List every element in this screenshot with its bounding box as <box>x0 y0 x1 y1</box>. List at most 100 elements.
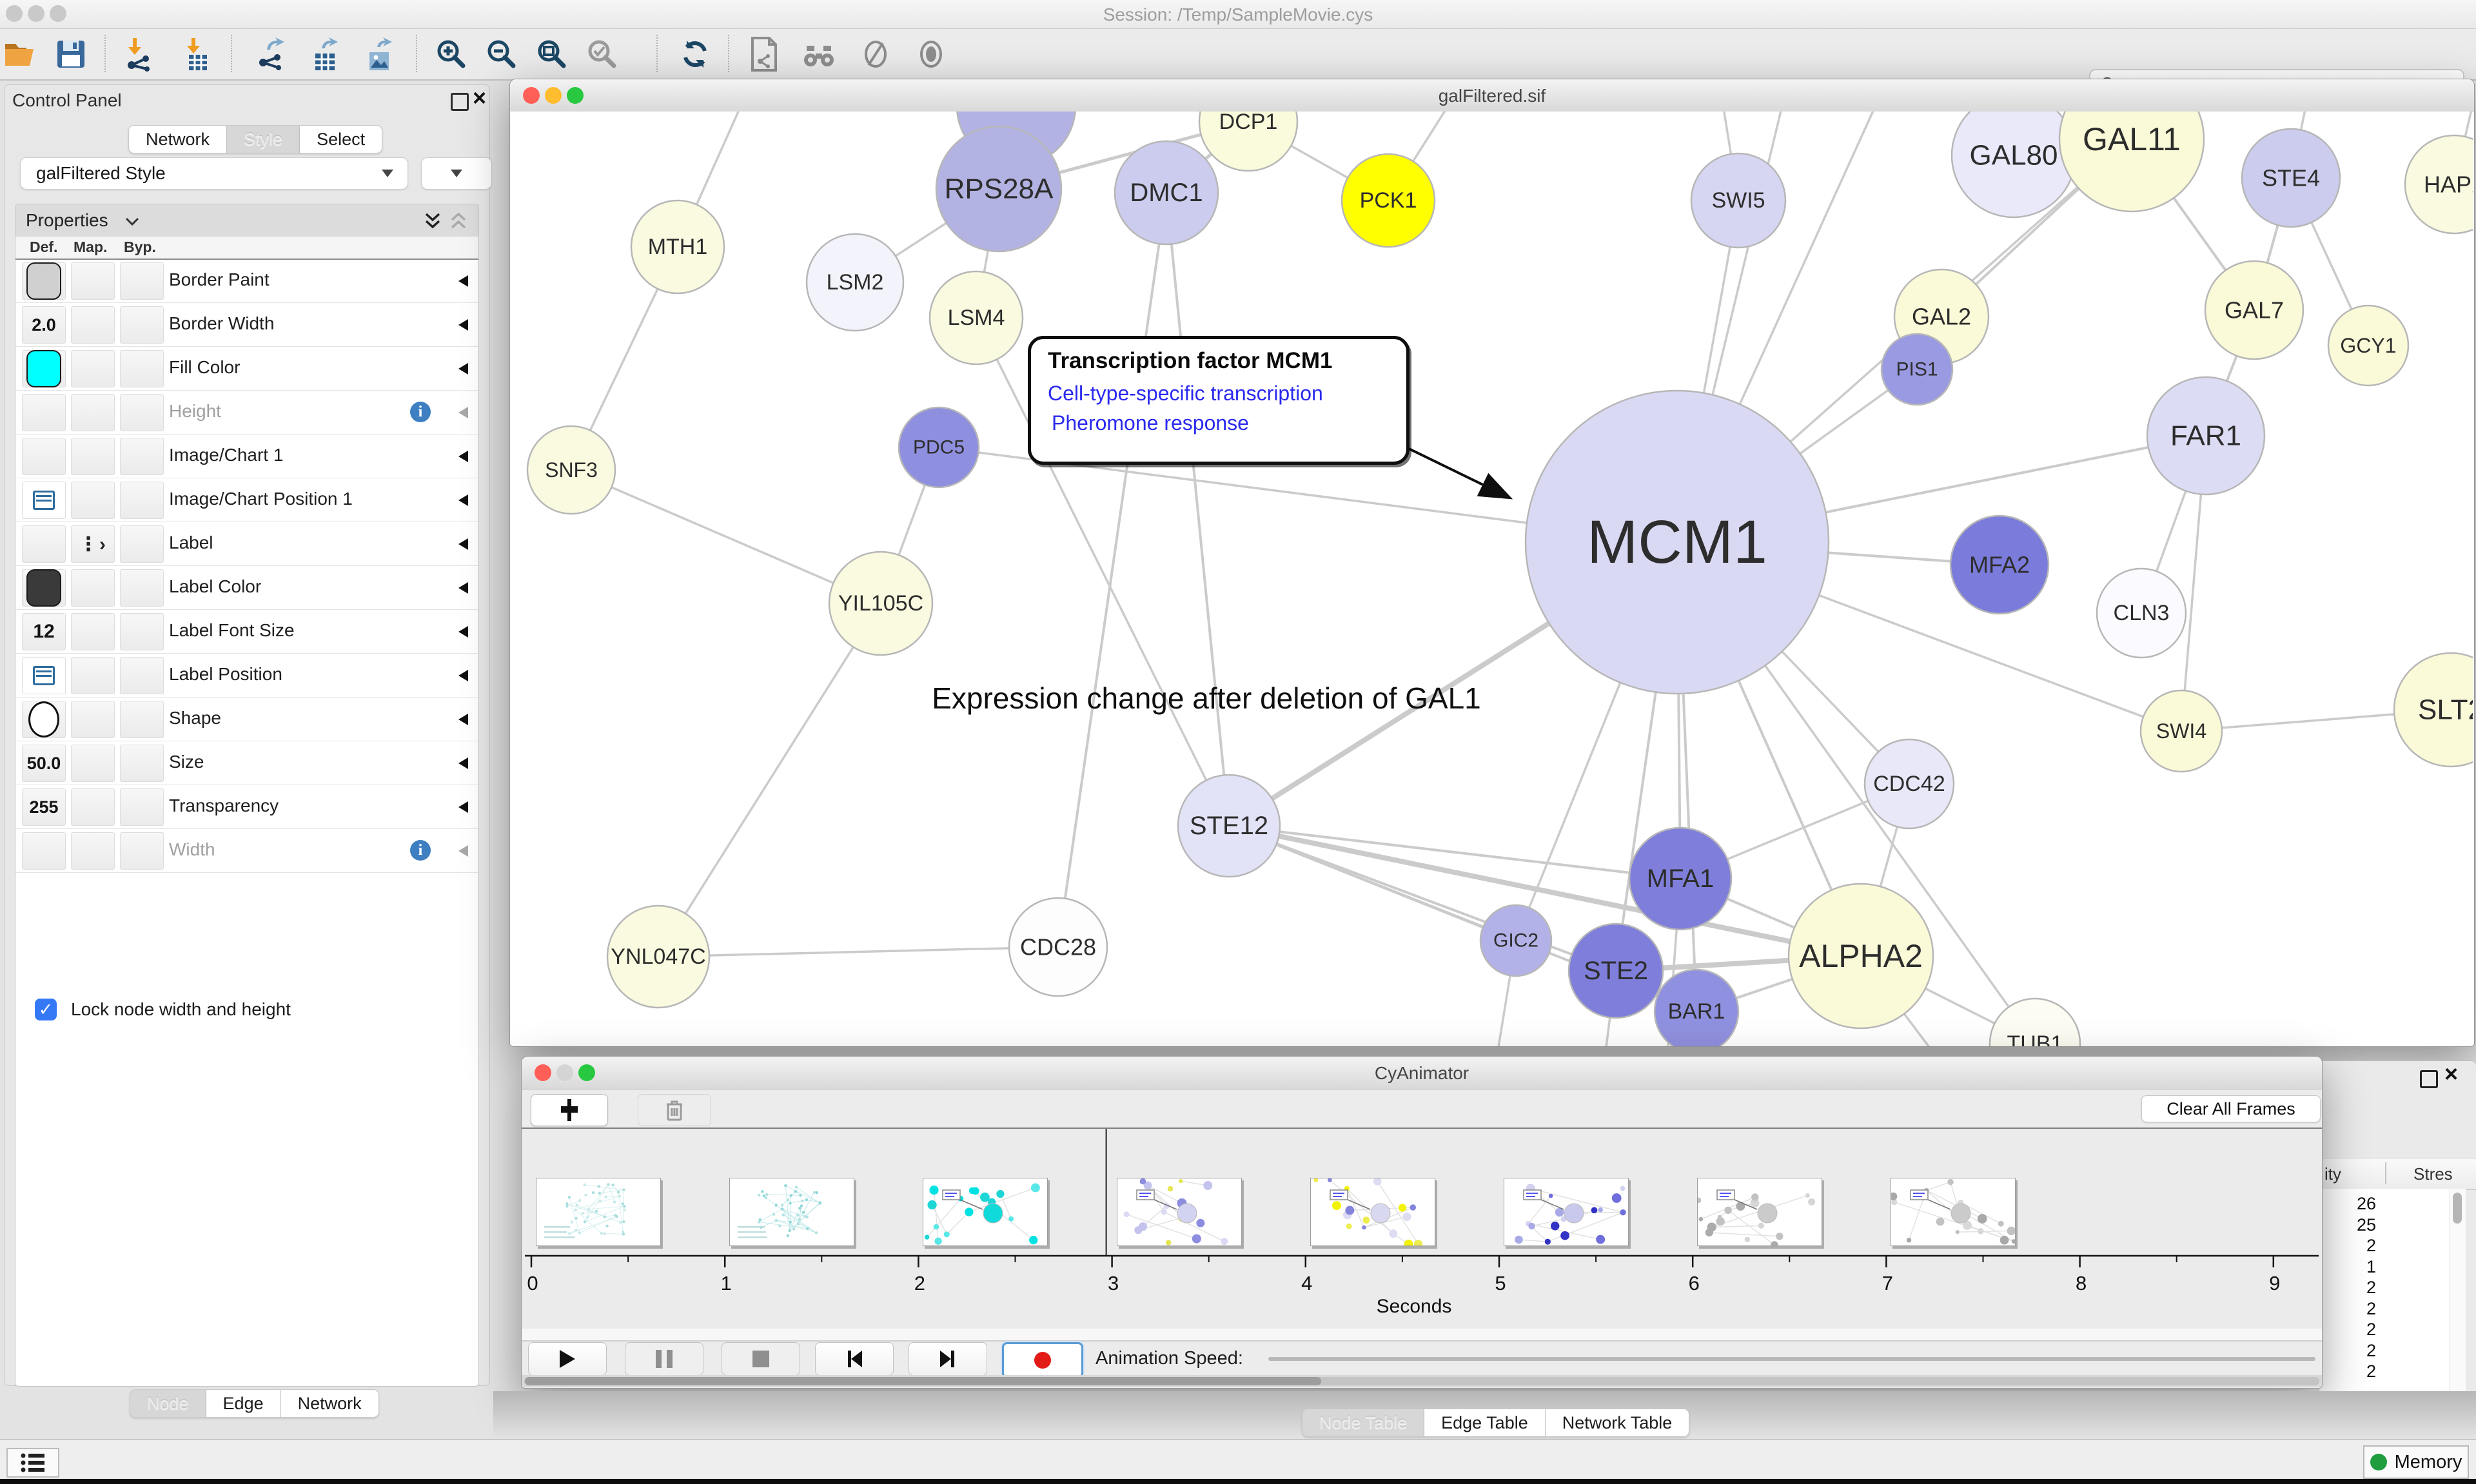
info-icon[interactable]: i <box>410 840 431 861</box>
network-node-gal80[interactable]: GAL80 <box>1952 112 2076 217</box>
frame-thumbnail-3[interactable] <box>1117 1178 1242 1246</box>
network-node-cdc28[interactable]: CDC28 <box>1009 898 1107 996</box>
mapping-cell[interactable] <box>71 350 115 387</box>
bypass-cell[interactable] <box>120 262 164 300</box>
network-node-lsm2[interactable]: LSM2 <box>807 234 903 331</box>
network-node-bar1[interactable]: BAR1 <box>1655 970 1738 1046</box>
tab-edge[interactable]: Edge <box>206 1389 281 1418</box>
import-table-button[interactable] <box>179 36 215 72</box>
network-node-mcm1[interactable]: MCM1 <box>1526 391 1829 694</box>
expand-row-arrow-icon[interactable] <box>458 714 468 725</box>
expand-row-arrow-icon[interactable] <box>458 319 468 331</box>
bypass-cell[interactable] <box>120 657 164 694</box>
open-session-button[interactable] <box>3 36 39 72</box>
annotation-link[interactable]: Cell-type-specific transcription <box>1048 382 1323 405</box>
network-window-titlebar[interactable]: galFiltered.sif <box>510 79 2474 112</box>
refresh-button[interactable] <box>677 36 713 72</box>
network-node-pis1[interactable]: PIS1 <box>1882 334 1952 405</box>
cyanimator-timeline[interactable]: 0123456789Seconds <box>522 1129 2322 1329</box>
expand-row-arrow-icon[interactable] <box>458 363 468 375</box>
hide-details-eye-icon[interactable] <box>858 36 894 72</box>
play-button[interactable] <box>528 1342 607 1376</box>
expand-row-arrow-icon[interactable] <box>458 494 468 506</box>
float-panel-icon[interactable] <box>451 93 469 111</box>
frame-thumbnail-0[interactable] <box>536 1178 661 1246</box>
zoom-out-button[interactable] <box>484 36 520 72</box>
mapping-cell[interactable] <box>71 832 115 870</box>
add-frame-button[interactable] <box>531 1094 608 1126</box>
default-value-cell[interactable] <box>22 657 66 694</box>
bypass-cell[interactable] <box>120 788 164 826</box>
default-value-cell[interactable]: 12 <box>22 613 66 650</box>
pause-button[interactable] <box>625 1342 703 1376</box>
default-value-cell[interactable]: 2.0 <box>22 306 66 344</box>
network-node-hap2[interactable]: HAP2 <box>2405 135 2473 233</box>
bypass-cell[interactable] <box>120 306 164 344</box>
zoom-fit-button[interactable] <box>534 36 570 72</box>
bypass-cell[interactable] <box>120 438 164 475</box>
mapping-cell[interactable] <box>71 394 115 431</box>
network-node-dmc1[interactable]: DMC1 <box>1115 141 1218 244</box>
property-row-shape[interactable]: Shape <box>15 697 478 741</box>
table-scrollbar-thumb[interactable] <box>2453 1193 2462 1224</box>
delete-frame-button[interactable] <box>638 1094 711 1126</box>
tab-select[interactable]: Select <box>300 125 382 153</box>
bypass-cell[interactable] <box>120 613 164 650</box>
export-network-button[interactable] <box>255 36 291 72</box>
lock-node-size-row[interactable]: ✓ Lock node width and height <box>26 999 477 1020</box>
network-node-swi4[interactable]: SWI4 <box>2141 690 2222 772</box>
bypass-cell[interactable] <box>120 482 164 519</box>
network-node-cln3[interactable]: CLN3 <box>2097 569 2186 658</box>
stop-button[interactable] <box>722 1342 800 1376</box>
timeline-scrollbar[interactable] <box>522 1375 2322 1387</box>
bypass-cell[interactable] <box>120 569 164 607</box>
default-value-cell[interactable] <box>22 832 66 870</box>
expand-row-arrow-icon[interactable] <box>458 538 468 550</box>
property-row-transparency[interactable]: 255Transparency <box>15 785 478 829</box>
collapse-all-icon[interactable] <box>450 212 467 230</box>
property-row-border-paint[interactable]: Border Paint <box>15 259 478 303</box>
network-node-snf3[interactable]: SNF3 <box>527 426 615 514</box>
default-value-cell[interactable]: 255 <box>22 788 66 826</box>
default-value-cell[interactable] <box>22 262 66 300</box>
mapping-cell[interactable] <box>71 745 115 782</box>
network-node-tub1[interactable]: TUB1 <box>1990 999 2080 1046</box>
default-value-cell[interactable] <box>22 350 66 387</box>
float-panel-icon[interactable] <box>2420 1070 2438 1088</box>
timeline-scrollbar-thumb[interactable] <box>525 1377 1321 1385</box>
property-row-height[interactable]: Heighti <box>15 390 478 434</box>
property-row-label-font-size[interactable]: 12Label Font Size <box>15 609 478 654</box>
frame-thumbnail-1[interactable] <box>729 1178 854 1246</box>
default-value-cell[interactable] <box>22 482 66 519</box>
mapping-cell[interactable] <box>71 701 115 738</box>
tab-network[interactable]: Network <box>128 125 227 153</box>
bypass-cell[interactable] <box>120 394 164 431</box>
network-node-ynl047c[interactable]: YNL047C <box>607 906 709 1008</box>
property-row-image-chart-1[interactable]: Image/Chart 1 <box>15 434 478 478</box>
import-network-button[interactable] <box>121 36 157 72</box>
tab-node[interactable]: Node <box>130 1389 206 1418</box>
mapping-cell[interactable] <box>71 613 115 650</box>
default-value-cell[interactable] <box>22 394 66 431</box>
network-node-dcp1[interactable]: DCP1 <box>1199 112 1297 171</box>
network-node-gal7[interactable]: GAL7 <box>2205 261 2303 359</box>
frame-thumbnail-7[interactable] <box>1891 1178 2016 1246</box>
next-frame-button[interactable] <box>909 1342 987 1376</box>
property-row-fill-color[interactable]: Fill Color <box>15 346 478 391</box>
network-node-ste4[interactable]: STE4 <box>2242 129 2340 227</box>
previous-frame-button[interactable] <box>815 1342 894 1376</box>
bypass-cell[interactable] <box>120 745 164 782</box>
bypass-cell[interactable] <box>120 701 164 738</box>
task-history-button[interactable] <box>6 1448 59 1478</box>
property-row-border-width[interactable]: 2.0Border Width <box>15 302 478 347</box>
expand-row-arrow-icon[interactable] <box>458 845 468 857</box>
properties-header[interactable]: Properties <box>15 204 478 237</box>
network-node-yil105c[interactable]: YIL105C <box>829 552 932 655</box>
bypass-cell[interactable] <box>120 525 164 563</box>
network-node-alpha2[interactable]: ALPHA2 <box>1789 884 1933 1028</box>
default-value-cell[interactable] <box>22 438 66 475</box>
network-node-mfa2[interactable]: MFA2 <box>1950 516 2049 614</box>
property-row-label-position[interactable]: Label Position <box>15 653 478 698</box>
property-row-label[interactable]: ⋮›Label <box>15 522 478 566</box>
property-row-size[interactable]: 50.0Size <box>15 741 478 785</box>
